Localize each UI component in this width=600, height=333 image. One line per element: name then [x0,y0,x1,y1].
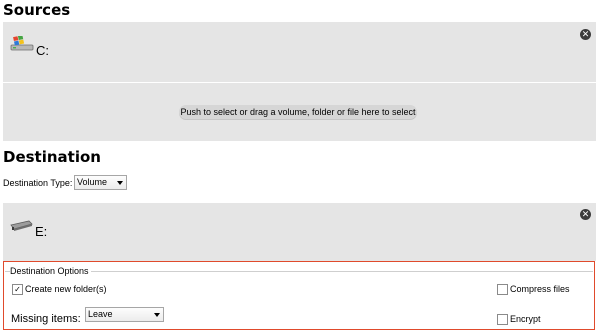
chevron-down-icon [154,313,160,317]
destination-drive-label: E: [35,224,48,239]
encrypt-checkbox[interactable] [497,314,508,325]
select-source-button[interactable]: Push to select or drag a volume, folder … [179,105,417,119]
destination-options-legend: Destination Options [10,266,91,276]
encrypt-label: Encrypt [510,314,541,324]
options-group-divider [5,271,593,272]
source-drive-item[interactable]: C: [10,35,49,58]
missing-items-label: Missing items: [11,313,81,325]
destination-drive-item[interactable]: E: [9,219,47,238]
remove-destination-close-icon[interactable]: ✕ [580,209,591,220]
destination-volume-panel[interactable]: E: ✕ [3,203,596,261]
windows-drive-icon [10,35,34,57]
create-folder-checkbox[interactable]: ✓ [12,284,23,295]
compress-files-label: Compress files [510,284,570,294]
source-drive-label: C: [36,43,49,58]
destination-type-select[interactable]: Volume [74,175,127,190]
compress-files-checkbox[interactable] [497,284,508,295]
source-volume-panel[interactable]: C: ✕ [3,22,596,82]
usb-drive-icon [9,219,33,238]
create-folder-label: Create new folder(s) [25,284,107,294]
missing-items-select[interactable]: Leave [85,307,164,322]
remove-source-close-icon[interactable]: ✕ [580,29,591,40]
chevron-down-icon [117,181,123,185]
destination-type-label: Destination Type: [3,178,73,188]
sources-title: Sources [3,1,71,19]
missing-items-value: Leave [88,309,113,319]
destination-title: Destination [3,148,101,166]
destination-type-value: Volume [77,177,108,187]
